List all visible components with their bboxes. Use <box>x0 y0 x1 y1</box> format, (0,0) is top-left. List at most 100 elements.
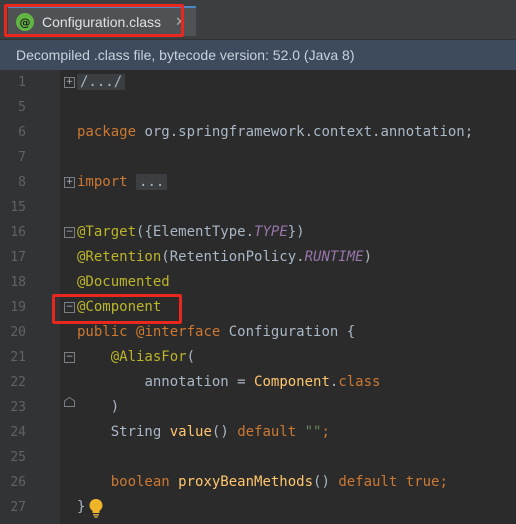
code-token: () <box>313 474 339 490</box>
annotation: @Component <box>77 299 162 315</box>
fold-collapse-icon[interactable]: − <box>64 302 75 313</box>
line-number: 1 <box>18 75 26 90</box>
keyword: @interface <box>136 324 221 340</box>
folded-imports[interactable]: ... <box>136 174 168 190</box>
line-number: 18 <box>10 275 26 290</box>
code-text: public @interface Configuration { <box>77 320 355 345</box>
type-name: Configuration <box>228 324 339 340</box>
line-number: 6 <box>18 125 26 140</box>
code-line: 23 ) <box>0 395 516 420</box>
keyword: boolean <box>110 474 170 490</box>
keyword: class <box>338 374 381 390</box>
method-name: proxyBeanMethods <box>169 474 314 490</box>
code-line: 7 <box>0 145 516 170</box>
keyword: public <box>77 324 128 340</box>
code-text: @Component <box>77 295 161 320</box>
code-line: 18 @Documented <box>0 270 516 295</box>
annotation: @AliasFor <box>110 349 187 365</box>
code-token: () <box>211 424 238 440</box>
enum-constant: TYPE <box>254 224 288 240</box>
code-token: ; <box>321 424 330 440</box>
fold-expand-icon[interactable]: + <box>64 77 75 88</box>
line-number: 17 <box>10 250 26 265</box>
line-number: 22 <box>10 375 26 390</box>
type-name: String <box>110 424 170 440</box>
code-text: ) <box>77 395 119 420</box>
code-line: 17 @Retention(RetentionPolicy.RUNTIME) <box>0 245 516 270</box>
fold-collapse-icon[interactable]: − <box>64 227 75 238</box>
method-name: value <box>169 424 212 440</box>
code-token: ( <box>186 349 196 365</box>
line-number: 24 <box>10 425 26 440</box>
code-text: @Retention(RetentionPolicy.RUNTIME) <box>77 245 372 270</box>
tab-configuration-class[interactable]: @ Configuration.class ✕ <box>8 6 196 36</box>
code-line: 22 annotation = Component.class <box>0 370 516 395</box>
line-number: 26 <box>10 475 26 490</box>
annotation: @Documented <box>77 274 170 290</box>
boolean-literal: true <box>397 474 440 490</box>
code-line: 5 <box>0 95 516 120</box>
code-line: 15 <box>0 195 516 220</box>
code-line: 24 String value() default ""; <box>0 420 516 445</box>
code-text: String value() default ""; <box>77 420 330 445</box>
line-number: 25 <box>10 450 26 465</box>
decompiled-banner: Decompiled .class file, bytecode version… <box>0 40 516 70</box>
lightbulb-icon[interactable] <box>88 498 104 518</box>
annotation-type-icon: @ <box>16 13 34 31</box>
line-number: 8 <box>18 175 26 190</box>
keyword: default <box>338 474 398 490</box>
code-text: package org.springframework.context.anno… <box>77 120 473 145</box>
code-token: (RetentionPolicy. <box>161 249 305 265</box>
code-line: 6 package org.springframework.context.an… <box>0 120 516 145</box>
editor-tab-bar: @ Configuration.class ✕ <box>0 0 516 40</box>
line-number: 7 <box>18 150 26 165</box>
code-token: = <box>228 374 255 390</box>
code-line: 25 <box>0 445 516 470</box>
line-number: 5 <box>18 100 26 115</box>
package-name: org.springframework.context.annotation; <box>136 124 474 140</box>
code-line: 16 − @Target({ElementType.TYPE}) <box>0 220 516 245</box>
code-token: ; <box>439 474 448 490</box>
line-number: 16 <box>10 225 26 240</box>
code-text: import ... <box>77 170 168 195</box>
code-line: 19 − @Component <box>0 295 516 320</box>
code-text: @Target({ElementType.TYPE}) <box>77 220 305 245</box>
close-icon[interactable]: ✕ <box>175 15 186 30</box>
code-line: 8 + import ... <box>0 170 516 195</box>
fold-collapse-icon[interactable]: − <box>64 352 75 363</box>
keyword: import <box>77 174 128 190</box>
code-text: annotation = Component.class <box>77 370 380 395</box>
fold-end-icon[interactable] <box>64 397 75 407</box>
code-token: { <box>338 324 356 340</box>
code-token: ) <box>77 399 120 415</box>
line-number: 20 <box>10 325 26 340</box>
folded-region[interactable]: /.../ <box>77 74 126 90</box>
string-literal: "" <box>296 424 322 440</box>
code-text: /.../ <box>77 70 126 95</box>
code-text: @AliasFor( <box>77 345 195 370</box>
code-token: }) <box>287 224 305 240</box>
code-text: @Documented <box>77 270 170 295</box>
attribute-name: annotation <box>144 374 229 390</box>
code-editor[interactable]: 1 + /.../ 5 6 package org.springframewor… <box>0 70 516 524</box>
banner-text: Decompiled .class file, bytecode version… <box>16 47 355 63</box>
keyword: default <box>237 424 297 440</box>
tab-title: Configuration.class <box>42 14 162 30</box>
code-token: ({ElementType. <box>136 224 255 240</box>
annotation: @Target <box>77 224 137 240</box>
code-line: 26 boolean proxyBeanMethods() default tr… <box>0 470 516 495</box>
code-line: 21 − @AliasFor( <box>0 345 516 370</box>
code-text: boolean proxyBeanMethods() default true; <box>77 470 448 495</box>
enum-constant: RUNTIME <box>304 249 364 265</box>
line-number: 23 <box>10 400 26 415</box>
fold-expand-icon[interactable]: + <box>64 177 75 188</box>
line-number: 15 <box>10 200 26 215</box>
code-token: ) <box>363 249 373 265</box>
code-text: } <box>77 495 85 520</box>
line-number: 27 <box>10 500 26 515</box>
code-line: 27 } <box>0 495 516 520</box>
